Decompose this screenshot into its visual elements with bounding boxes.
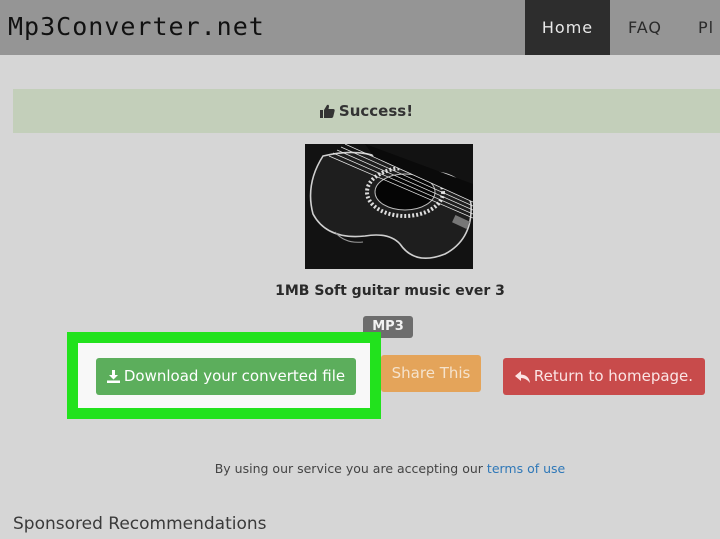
download-button-label: Download your converted file [123,367,346,385]
reply-icon [514,360,530,397]
download-button[interactable]: Download your converted file [96,358,356,395]
nav-faq[interactable]: FAQ [612,0,678,55]
terms-prefix: By using our service you are accepting o… [214,461,483,476]
site-logo[interactable]: Mp3Converter.net [8,12,265,41]
track-title: 1MB Soft guitar music ever 3 [275,283,505,299]
download-icon [106,360,120,397]
nav-home[interactable]: Home [525,0,610,55]
success-alert: Success! [13,89,720,133]
thumbs-up-icon [319,91,335,135]
share-button-label: Share This [391,364,471,382]
return-button-label: Return to homepage. [533,367,694,385]
sponsored-heading: Sponsored Recommendations [13,514,267,534]
terms-notice: By using our service you are accepting o… [0,461,720,476]
success-text: Success! [338,102,414,120]
share-button[interactable]: Share This [381,355,481,392]
return-homepage-button[interactable]: Return to homepage. [503,358,705,395]
top-navbar: Mp3Converter.net Home FAQ Pl [0,0,720,55]
track-cover-image [305,144,473,269]
nav-playlist[interactable]: Pl [680,0,720,55]
terms-of-use-link[interactable]: terms of use [487,461,565,476]
